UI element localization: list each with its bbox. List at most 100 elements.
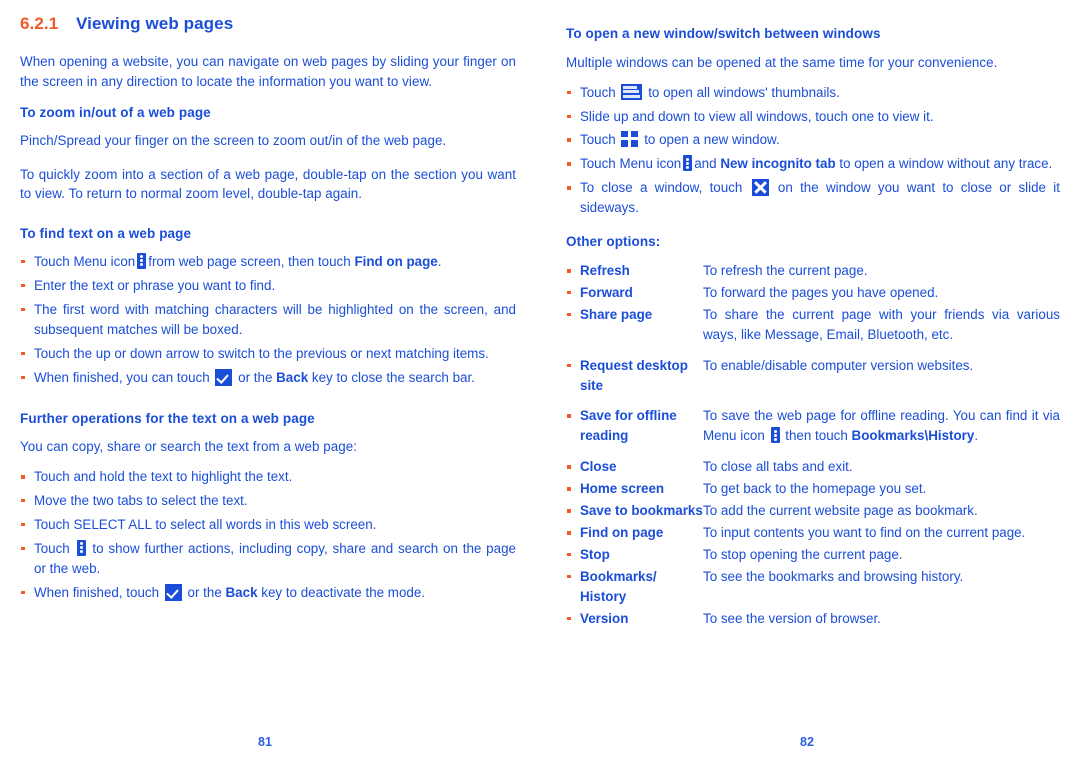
other-options-heading: Other options: — [566, 234, 661, 250]
bullet-text-pre: Touch — [580, 132, 616, 148]
bookmarks-history-label: Bookmarks\History — [851, 428, 975, 444]
other-options-list: Refresh To refresh the current page. For… — [566, 261, 1060, 629]
incognito-tab-label: New incognito tab — [720, 156, 836, 172]
table-row: Share page To share the current page wit… — [566, 305, 1060, 345]
option-term: Stop — [566, 545, 703, 565]
bullet-text-pre: Touch — [34, 540, 70, 556]
bullet-text-pre: When finished, you can touch — [34, 369, 210, 385]
table-row: Stop To stop opening the current page. — [566, 545, 1060, 565]
further-operations-bullet-list: Touch and hold the text to highlight the… — [20, 467, 516, 602]
list-item: The first word with matching characters … — [20, 300, 516, 340]
option-term: Forward — [566, 283, 703, 303]
menu-icon[interactable] — [683, 155, 693, 172]
table-row: Forward To forward the pages you have op… — [566, 283, 1060, 303]
menu-icon[interactable] — [137, 252, 147, 269]
back-key-label: Back — [276, 369, 309, 385]
option-description: To get back to the homepage you set. — [703, 481, 927, 497]
checkmark-icon[interactable] — [164, 583, 182, 601]
checkmark-icon[interactable] — [215, 368, 233, 386]
list-item: Touch the up or down arrow to switch to … — [20, 344, 516, 364]
column-gutter — [516, 14, 566, 767]
list-item: Touch SELECT ALL to select all words in … — [20, 515, 516, 535]
option-term: Find on page — [566, 523, 703, 543]
right-page-column: To open a new window/switch between wind… — [566, 14, 1060, 767]
table-row: Refresh To refresh the current page. — [566, 261, 1060, 281]
list-item: When finished, touch or the Back key to … — [20, 583, 516, 603]
option-description: To input contents you want to find on th… — [703, 525, 1026, 540]
bullet-text-pre: To close a window, touch — [580, 180, 743, 196]
list-item: Touch and hold the text to highlight the… — [20, 467, 516, 487]
option-description: To see the bookmarks and browsing histor… — [703, 568, 964, 584]
table-row: Home screen To get back to the homepage … — [566, 479, 1060, 499]
new-window-intro: Multiple windows can be opened at the sa… — [566, 55, 998, 70]
option-term: Save to bookmarks — [566, 501, 703, 521]
bullet-text-bold: Find on page — [354, 253, 438, 269]
list-item: Touch to show further actions, including… — [20, 539, 516, 579]
new-window-icon[interactable] — [621, 131, 639, 148]
left-page-column: 6.2.1 Viewing web pages When opening a w… — [20, 14, 516, 767]
menu-icon[interactable] — [76, 539, 86, 556]
further-operations-heading: Further operations for the text on a web… — [20, 411, 315, 427]
find-text-heading: To find text on a web page — [20, 225, 192, 241]
bullet-text-mid: from web page screen, then touch — [148, 253, 351, 269]
bullet-text-pre: When finished, touch — [34, 584, 160, 600]
option-description: To refresh the current page. — [703, 263, 868, 279]
list-item: To close a window, touch on the window y… — [566, 178, 1060, 218]
bullet-text-post: key to deactivate the mode. — [261, 584, 426, 600]
option-term: Bookmarks/ History — [566, 567, 703, 607]
table-row: Close To close all tabs and exit. — [566, 457, 1060, 477]
option-description: To stop opening the current page. — [703, 546, 903, 562]
table-row: Bookmarks/ History To see the bookmarks … — [566, 567, 1060, 607]
list-item: Slide up and down to view all windows, t… — [566, 107, 1060, 127]
table-row: Save for offline reading To save the web… — [566, 406, 1060, 446]
all-windows-icon[interactable] — [621, 83, 643, 100]
table-row: Find on page To input contents you want … — [566, 523, 1060, 543]
option-description: To add the current website page as bookm… — [703, 503, 978, 519]
bullet-text-post: to open all windows' thumbnails. — [648, 84, 840, 100]
option-term: Refresh — [566, 261, 703, 281]
list-item: Touch to open a new window. — [566, 130, 1060, 150]
option-description: To forward the pages you have opened. — [703, 284, 939, 300]
list-item: Touch to open all windows' thumbnails. — [566, 83, 1060, 103]
bullet-text-post: to show further actions, including copy,… — [34, 540, 516, 576]
back-key-label: Back — [225, 584, 258, 600]
zoom-paragraph-1: Pinch/Spread your finger on the screen t… — [20, 133, 447, 149]
option-term: Close — [566, 457, 703, 477]
list-item: When finished, you can touch or the Back… — [20, 368, 516, 388]
option-desc-post: . — [974, 428, 979, 444]
option-desc-mid: then touch — [785, 428, 848, 444]
list-item: Enter the text or phrase you want to fin… — [20, 276, 516, 296]
page-number-right: 82 — [800, 735, 814, 749]
option-description: To see the version of browser. — [703, 610, 881, 626]
find-text-bullet-list: Touch Menu icon from web page screen, the… — [20, 252, 516, 387]
page-number-left: 81 — [258, 735, 272, 749]
close-icon[interactable] — [751, 179, 769, 197]
bullet-text-mid: or the — [238, 369, 273, 385]
option-term: Share page — [566, 305, 703, 345]
further-intro-paragraph: You can copy, share or search the text f… — [20, 439, 357, 455]
new-window-heading: To open a new window/switch between wind… — [566, 26, 881, 41]
list-item: Touch Menu icon from web page screen, the… — [20, 252, 516, 272]
option-description: To close all tabs and exit. — [703, 459, 853, 475]
option-description: To enable/disable computer version websi… — [703, 357, 974, 373]
menu-icon[interactable] — [770, 427, 780, 444]
option-term: Save for offline reading — [566, 406, 703, 446]
bullet-text-pre: Touch — [580, 84, 616, 100]
bullet-text-post: key to close the search bar. — [311, 369, 475, 385]
bullet-text-mid: or the — [187, 584, 222, 600]
new-window-bullet-list: Touch to open all windows' thumbnails. S… — [566, 83, 1060, 218]
section-title: Viewing web pages — [76, 14, 234, 33]
table-row: Version To see the version of browser. — [566, 609, 1060, 629]
list-item: Touch Menu icon and New incognito tab to … — [566, 154, 1060, 174]
bullet-text-post: . — [437, 253, 442, 269]
intro-paragraph: When opening a website, you can navigate… — [20, 54, 516, 89]
table-row: Request desktop site To enable/disable c… — [566, 356, 1060, 396]
bullet-text-post: to open a new window. — [644, 132, 780, 148]
zoom-paragraph-2: To quickly zoom into a section of a web … — [20, 166, 516, 202]
option-term: Request desktop site — [566, 356, 703, 396]
zoom-heading: To zoom in/out of a web page — [20, 105, 211, 121]
page-title: 6.2.1 Viewing web pages — [20, 14, 516, 34]
option-term: Version — [566, 609, 703, 629]
bullet-text-pre: Touch Menu icon — [34, 253, 136, 269]
bullet-text-post: to open a window without any trace. — [839, 156, 1053, 172]
